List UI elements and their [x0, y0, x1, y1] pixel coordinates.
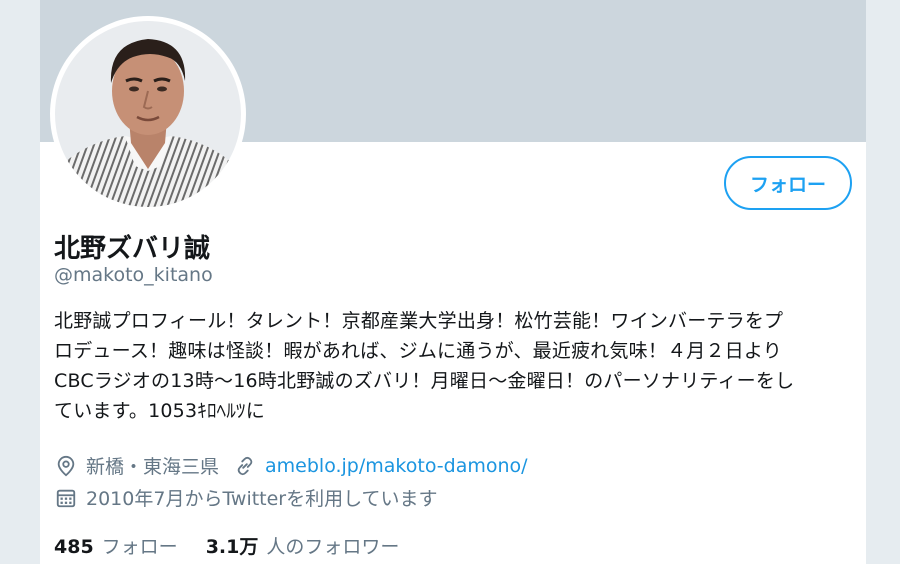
bio-line: CBCラジオの13時〜16時北野誠のズバリ！月曜日〜金曜日！のパーソナリティーを… [54, 370, 795, 392]
bio-line: ています。1053ｷﾛﾍﾙﾂに [54, 400, 265, 422]
website-link[interactable]: ameblo.jp/makoto-damono/ [265, 455, 528, 477]
avatar-frame[interactable] [50, 16, 246, 212]
profile-stats: 485 フォロー 3.1万 人のフォロワー [54, 532, 427, 559]
followers-label[interactable]: 人のフォロワー [266, 532, 399, 559]
bio-line: ロデュース！趣味は怪談！暇があれば、ジムに通うが、最近疲れ気味！４月２日より [54, 340, 782, 362]
profile-bio: 北野誠プロフィール！タレント！京都産業大学出身！松竹芸能！ワインバーテラをプ ロ… [54, 306, 854, 426]
avatar[interactable] [55, 21, 241, 207]
profile-meta-joined: 2010年7月からTwitterを利用しています [54, 484, 438, 511]
follow-button[interactable]: フォロー [724, 156, 852, 210]
bio-line: 北野誠プロフィール！タレント！京都産業大学出身！松竹芸能！ワインバーテラをプ [54, 310, 784, 332]
following-label[interactable]: フォロー [102, 532, 178, 559]
link-icon [233, 454, 257, 478]
page-background-left [0, 0, 40, 564]
location-pin-icon [54, 454, 78, 478]
followers-count[interactable]: 3.1万 [206, 532, 259, 559]
following-count[interactable]: 485 [54, 536, 94, 558]
profile-name: 北野ズバリ誠 [54, 234, 211, 264]
location-text: 新橋・東海三県 [86, 456, 220, 478]
profile-card: フォロー 北野ズバリ誠 @makoto_kitano 北野誠プロフィール！タレン… [40, 0, 866, 564]
profile-meta-location-link: 新橋・東海三県 ameblo.jp/makoto-damono/ [54, 452, 528, 479]
profile-handle[interactable]: @makoto_kitano [54, 264, 213, 286]
page-background-right [866, 0, 900, 564]
calendar-icon [54, 486, 78, 510]
joined-text: 2010年7月からTwitterを利用しています [86, 488, 438, 510]
